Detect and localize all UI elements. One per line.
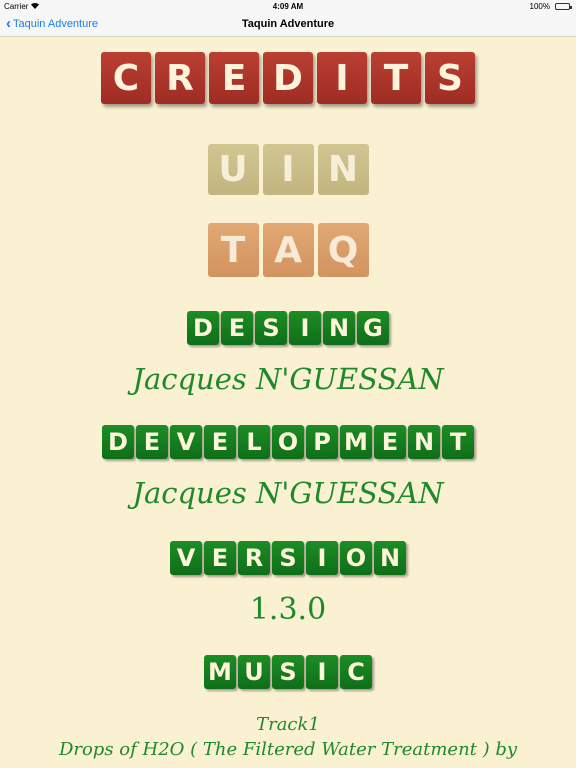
battery-percent: 100% — [529, 2, 550, 11]
letter-tile: I — [262, 144, 314, 195]
letter-tile: N — [374, 541, 406, 575]
letter-tile: I — [306, 541, 338, 575]
letter-tile: R — [238, 541, 270, 575]
music-track: Track1 — [256, 714, 320, 735]
letter-tile: P — [306, 425, 338, 459]
letter-tile: S — [255, 311, 287, 345]
letter-tile: I — [289, 311, 321, 345]
version-heading: VERSION — [0, 541, 576, 575]
development-heading: DEVELOPMENT — [0, 425, 576, 459]
letter-tile: C — [340, 655, 372, 689]
letter-tile: E — [209, 52, 259, 104]
design-heading: DESING — [0, 311, 576, 345]
letter-tile: S — [272, 655, 304, 689]
letter-tile: O — [340, 541, 372, 575]
letter-tile: U — [238, 655, 270, 689]
development-name: Jacques N'GUESSAN — [132, 476, 444, 510]
letter-tile: E — [136, 425, 168, 459]
letter-tile: M — [204, 655, 236, 689]
letter-tile: D — [263, 52, 313, 104]
letter-tile: V — [170, 541, 202, 575]
status-bar: Carrier 4:09 AM 100% — [0, 0, 576, 14]
music-heading: MUSIC — [0, 655, 576, 689]
letter-tile: I — [306, 655, 338, 689]
letter-tile: N — [408, 425, 440, 459]
letter-tile: E — [221, 311, 253, 345]
letter-tile: E — [374, 425, 406, 459]
logo-line-2: TAQ — [0, 223, 576, 277]
battery-icon — [555, 3, 572, 10]
letter-tile: I — [317, 52, 367, 104]
design-name: Jacques N'GUESSAN — [132, 362, 444, 396]
letter-tile: G — [357, 311, 389, 345]
letter-tile: U — [207, 144, 259, 195]
version-value: 1.3.0 — [249, 592, 327, 627]
letter-tile: N — [323, 311, 355, 345]
letter-tile: S — [272, 541, 304, 575]
letter-tile: A — [262, 223, 314, 277]
letter-tile: T — [442, 425, 474, 459]
letter-tile: C — [101, 52, 151, 104]
navigation-bar: ‹ Taquin Adventure Taquin Adventure — [0, 14, 576, 37]
clock: 4:09 AM — [272, 2, 304, 11]
letter-tile: S — [425, 52, 475, 104]
nav-title: Taquin Adventure — [241, 18, 335, 30]
letter-tile: V — [170, 425, 202, 459]
logo-line-1: UIN — [0, 144, 576, 195]
letter-tile: N — [317, 144, 369, 195]
credits-title: CREDITS — [0, 52, 576, 104]
letter-tile: E — [204, 425, 236, 459]
letter-tile: E — [204, 541, 236, 575]
letter-tile: L — [238, 425, 270, 459]
letter-tile: M — [340, 425, 372, 459]
letter-tile: T — [371, 52, 421, 104]
letter-tile: R — [155, 52, 205, 104]
letter-tile: O — [272, 425, 304, 459]
letter-tile: Q — [317, 223, 369, 277]
letter-tile: T — [207, 223, 259, 277]
letter-tile: D — [187, 311, 219, 345]
letter-tile: D — [102, 425, 134, 459]
music-credit-line: Drops of H2O ( The Filtered Water Treatm… — [58, 739, 518, 760]
